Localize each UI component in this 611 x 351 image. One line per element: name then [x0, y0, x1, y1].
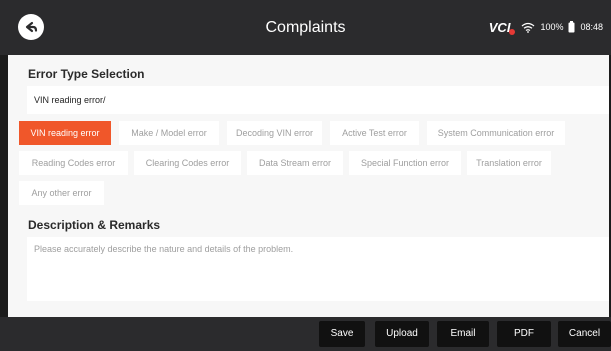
description-heading: Description & Remarks	[28, 218, 161, 232]
status-bar: VCI 100% 08:48	[489, 18, 603, 36]
clock: 08:48	[580, 22, 603, 32]
save-button[interactable]: Save	[319, 321, 365, 347]
chip-decoding-vin-error[interactable]: Decoding VIN error	[227, 121, 322, 145]
complaint-panel: Error Type Selection VIN reading error/ …	[8, 55, 609, 317]
chip-special-function-error[interactable]: Special Function error	[349, 151, 461, 175]
chip-data-stream-error[interactable]: Data Stream error	[247, 151, 343, 175]
vci-indicator: VCI	[489, 20, 516, 35]
email-button[interactable]: Email	[437, 321, 489, 347]
bottom-bar: Save Upload Email PDF Cancel	[0, 317, 611, 351]
error-type-field[interactable]: VIN reading error/	[27, 86, 609, 114]
cancel-button[interactable]: Cancel	[558, 321, 611, 347]
battery-percent: 100%	[540, 22, 564, 32]
chip-clearing-codes-error[interactable]: Clearing Codes error	[134, 151, 241, 175]
back-arrow-icon	[25, 21, 38, 33]
chip-active-test-error[interactable]: Active Test error	[330, 121, 419, 145]
description-textarea[interactable]: Please accurately describe the nature an…	[27, 237, 609, 301]
battery-icon	[568, 21, 575, 33]
back-button[interactable]	[18, 14, 44, 40]
error-type-heading: Error Type Selection	[28, 67, 145, 81]
wifi-icon	[522, 22, 535, 33]
top-bar: Complaints VCI 100% 08:48	[0, 0, 611, 55]
pdf-button[interactable]: PDF	[497, 321, 551, 347]
chip-any-other-error[interactable]: Any other error	[19, 181, 104, 205]
chip-make-model-error[interactable]: Make / Model error	[119, 121, 219, 145]
chip-system-communication-error[interactable]: System Communication error	[427, 121, 565, 145]
upload-button[interactable]: Upload	[375, 321, 429, 347]
chip-reading-codes-error[interactable]: Reading Codes error	[19, 151, 128, 175]
chip-vin-reading-error[interactable]: VIN reading error	[19, 121, 111, 145]
chip-translation-error[interactable]: Translation error	[467, 151, 551, 175]
